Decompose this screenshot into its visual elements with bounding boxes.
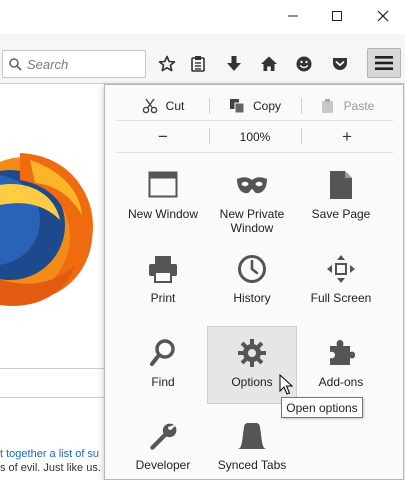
- printer-icon: [149, 256, 177, 283]
- zoom-reset-button[interactable]: 100%: [209, 121, 301, 152]
- copy-label: Copy: [252, 98, 281, 113]
- star-icon: [158, 55, 176, 72]
- download-arrow-icon: [227, 56, 241, 71]
- bookmarks-menu-button[interactable]: [186, 52, 210, 76]
- cut-label: Cut: [165, 98, 185, 113]
- magnifier-icon: [150, 339, 175, 366]
- copy-icon: [229, 98, 245, 113]
- options-tooltip: Open options: [281, 397, 363, 418]
- search-icon: [9, 57, 22, 71]
- close-button[interactable]: [360, 0, 405, 32]
- new-private-label-line2: Window: [230, 221, 274, 235]
- history-label: History: [233, 291, 271, 305]
- scissors-icon: [142, 98, 157, 113]
- developer-button[interactable]: Developer: [118, 412, 208, 479]
- new-private-window-button[interactable]: New Private Window: [207, 161, 297, 237]
- new-window-button[interactable]: New Window: [118, 161, 208, 237]
- private-mask-icon: [237, 177, 267, 194]
- page-content: t together a list of su s of evil. Just …: [0, 85, 110, 480]
- save-page-button[interactable]: Save Page: [296, 161, 386, 237]
- full-screen-button[interactable]: Full Screen: [296, 245, 386, 321]
- print-button[interactable]: Print: [118, 245, 208, 321]
- search-placeholder: Search: [27, 56, 69, 72]
- zoom-in-button[interactable]: +: [301, 121, 393, 152]
- new-window-label: New Window: [127, 207, 199, 221]
- edit-controls-row: Cut Copy Paste: [117, 91, 393, 121]
- mouse-cursor-icon: [279, 374, 293, 395]
- copy-button[interactable]: Copy: [209, 91, 301, 120]
- hamburger-menu-icon: [375, 56, 393, 70]
- pocket-icon: [333, 58, 347, 70]
- save-page-label: Save Page: [311, 207, 371, 221]
- zoom-in-icon: +: [342, 126, 352, 146]
- full-screen-label: Full Screen: [310, 291, 372, 305]
- smiley-icon: [296, 56, 312, 72]
- paste-button[interactable]: Paste: [301, 91, 393, 120]
- synced-tabs-label: Synced Tabs: [217, 458, 287, 472]
- synced-tabs-button[interactable]: Synced Tabs: [207, 412, 297, 479]
- maximize-button[interactable]: [314, 0, 359, 32]
- new-private-label-line1: New Private: [219, 207, 285, 221]
- addons-label: Add-ons: [318, 375, 364, 389]
- main-menu-panel: Cut Copy Paste − 100% + New Window New P…: [104, 84, 404, 480]
- close-icon: [377, 10, 388, 22]
- clipboard-icon: [321, 98, 333, 113]
- pocket-button[interactable]: [328, 52, 352, 76]
- clock-icon: [238, 255, 266, 283]
- firefox-logo: [0, 153, 93, 306]
- zoom-out-button[interactable]: −: [117, 121, 209, 152]
- maximize-icon: [331, 11, 342, 21]
- search-input[interactable]: Search: [2, 50, 146, 78]
- hello-button[interactable]: [292, 52, 316, 76]
- title-bar: [0, 0, 405, 34]
- find-label: Find: [151, 375, 175, 389]
- print-label: Print: [150, 291, 176, 305]
- page-body-text: s of evil. Just like us.: [0, 462, 101, 474]
- zoom-controls-row: − 100% +: [117, 121, 393, 153]
- paste-label: Paste: [343, 98, 375, 113]
- page-link-text[interactable]: t together a list of su: [0, 448, 99, 460]
- open-menu-button[interactable]: [367, 48, 401, 78]
- home-button[interactable]: [257, 52, 281, 76]
- wrench-icon: [150, 423, 177, 450]
- history-button[interactable]: History: [207, 245, 297, 321]
- options-label: Options: [231, 375, 273, 389]
- minimize-icon: [287, 15, 298, 17]
- minimize-button[interactable]: [270, 0, 315, 32]
- downloads-button[interactable]: [222, 52, 246, 76]
- gear-icon: [238, 339, 266, 367]
- bookmark-star-button[interactable]: [155, 52, 179, 76]
- navigation-toolbar: Search: [0, 34, 405, 84]
- home-icon: [261, 56, 277, 71]
- addons-button[interactable]: Add-ons: [296, 329, 386, 405]
- developer-label: Developer: [135, 458, 191, 472]
- fullscreen-arrows-icon: [327, 255, 355, 283]
- clipboard-list-icon: [191, 56, 205, 72]
- zoom-out-icon: −: [158, 126, 168, 146]
- page-search-bar[interactable]: [0, 368, 110, 398]
- page-document-icon: [330, 171, 352, 199]
- tab-icon: [237, 423, 267, 449]
- new-window-icon: [148, 171, 178, 198]
- find-button[interactable]: Find: [118, 329, 208, 405]
- zoom-level: 100%: [239, 129, 271, 144]
- cut-button[interactable]: Cut: [117, 91, 209, 120]
- puzzle-piece-icon: [330, 340, 355, 365]
